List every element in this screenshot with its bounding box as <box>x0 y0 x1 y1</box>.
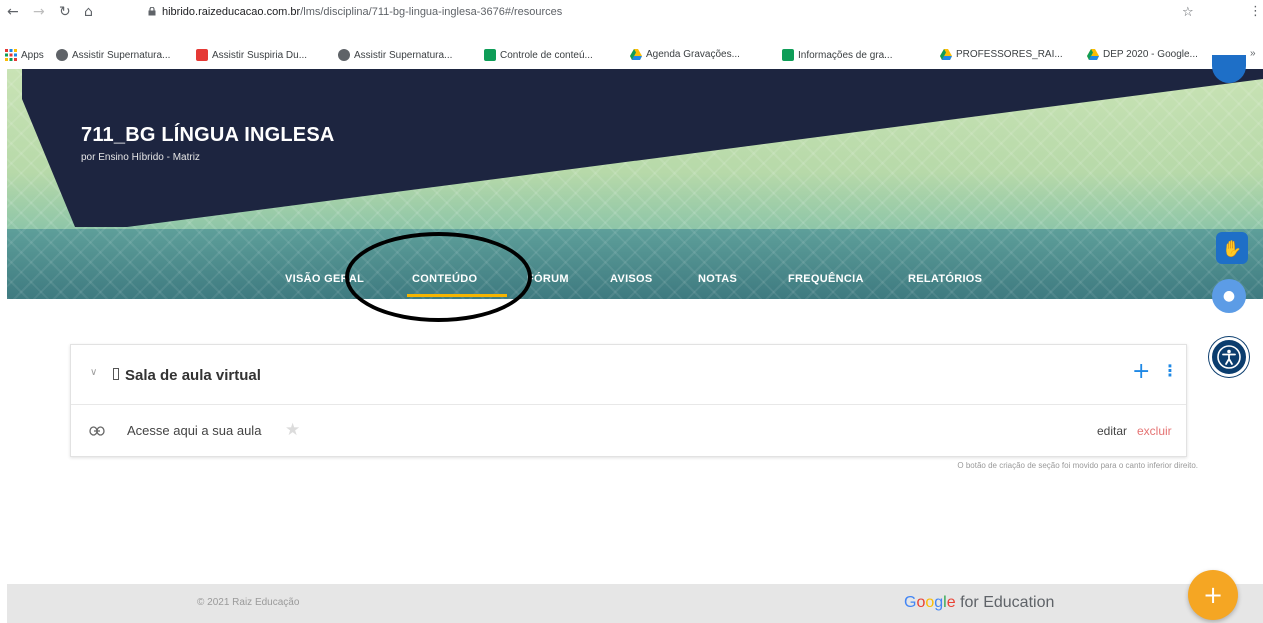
section-menu-icon[interactable]: ⋮ <box>1162 361 1178 380</box>
browser-toolbar: ← → ↻ ⌂ hibrido.raizeducacao.com.br/lms/… <box>0 0 1263 61</box>
section-glyph-icon <box>113 368 119 380</box>
course-subtitle: por Ensino Híbrido - Matriz <box>81 152 200 163</box>
list-item[interactable]: Acesse aqui a sua aula ★ editar excluir <box>71 405 1186 457</box>
brand-suffix: for Education <box>955 594 1055 611</box>
section-card: ∨ Sala de aula virtual + ⋮ Acesse aqui a… <box>70 344 1187 457</box>
bookmark-item[interactable]: Controle de conteú... <box>484 49 593 61</box>
bookmark-label: Agenda Gravações... <box>646 49 740 60</box>
url-path: /lms/disciplina/711-bg-lingua-inglesa-36… <box>300 6 563 18</box>
globe-icon <box>56 49 68 61</box>
tab-notas[interactable]: NOTAS <box>698 273 737 285</box>
page-footer: © 2021 Raiz Educação Google for Educatio… <box>7 584 1263 623</box>
drive-icon <box>630 49 642 60</box>
bookmark-item[interactable]: Assistir Suspiria Du... <box>196 49 307 61</box>
back-arrow-icon[interactable]: ← <box>7 5 19 19</box>
lock-icon <box>148 7 156 16</box>
link-icon <box>89 426 105 436</box>
chevron-down-icon[interactable]: ∨ <box>90 367 97 378</box>
favorite-star-icon[interactable]: ★ <box>285 420 300 440</box>
section-header: ∨ Sala de aula virtual + ⋮ <box>71 345 1186 405</box>
bookmark-label: Assistir Suspiria Du... <box>212 49 308 61</box>
course-banner: 711_BG LÍNGUA INGLESA por Ensino Híbrido… <box>7 69 1263 299</box>
drive-icon <box>940 49 952 60</box>
bookmark-label: DEP 2020 - Google... <box>1103 49 1198 60</box>
add-section-fab[interactable]: + <box>1188 570 1238 620</box>
tab-frequencia[interactable]: FREQUÊNCIA <box>788 273 864 285</box>
bookmark-label: PROFESSORES_RAI... <box>956 49 1063 60</box>
bookmark-item[interactable]: PROFESSORES_RAI... <box>940 49 1063 60</box>
bookmark-item[interactable]: Agenda Gravações... <box>630 49 740 60</box>
sheets-icon <box>484 49 496 61</box>
bookmark-star-icon[interactable]: ☆ <box>1182 5 1194 20</box>
forward-arrow-icon[interactable]: → <box>33 5 45 19</box>
course-tabs: VISÃO GERAL CONTEÚDO FÓRUM AVISOS NOTAS … <box>7 269 1263 299</box>
bookmark-label: Informações de gra... <box>798 49 893 61</box>
bookmark-apps[interactable]: Apps <box>5 49 44 61</box>
tab-relatorios[interactable]: RELATÓRIOS <box>908 273 982 285</box>
edit-link[interactable]: editar <box>1097 424 1127 438</box>
annotation-circle <box>345 232 532 322</box>
section-button-hint: O botão de criação de seção foi movido p… <box>957 461 1198 470</box>
section-title: Sala de aula virtual <box>125 367 261 384</box>
bookmarks-overflow-icon[interactable]: » <box>1250 48 1256 59</box>
course-title: 711_BG LÍNGUA INGLESA <box>81 124 335 146</box>
copyright-text: © 2021 Raiz Educação <box>197 597 300 608</box>
bookmark-label: Apps <box>21 49 44 61</box>
globe-icon <box>338 49 350 61</box>
bookmark-item[interactable]: Assistir Supernatura... <box>56 49 170 61</box>
reload-icon[interactable]: ↻ <box>59 5 71 19</box>
browser-menu-icon[interactable]: ⋮ <box>1249 4 1262 19</box>
chat-icon[interactable]: ● <box>1212 279 1246 313</box>
bookmark-label: Controle de conteú... <box>500 49 593 61</box>
drive-icon <box>1087 49 1099 60</box>
bookmark-item[interactable]: DEP 2020 - Google... <box>1087 49 1198 60</box>
sheets-icon <box>782 49 794 61</box>
url-host: hibrido.raizeducacao.com.br <box>162 6 301 18</box>
bookmark-item[interactable]: Informações de gra... <box>782 49 893 61</box>
tab-avisos[interactable]: AVISOS <box>610 273 653 285</box>
sign-language-icon[interactable]: ✋ <box>1216 232 1248 264</box>
google-for-education-logo: Google for Education <box>904 594 1055 611</box>
bookmark-item[interactable]: Assistir Supernatura... <box>338 49 452 61</box>
apps-grid-icon <box>5 49 17 61</box>
delete-link[interactable]: excluir <box>1137 424 1172 438</box>
bookmark-label: Assistir Supernatura... <box>72 49 171 61</box>
accessibility-icon[interactable] <box>1209 337 1249 377</box>
address-bar[interactable]: hibrido.raizeducacao.com.br/lms/discipli… <box>162 6 562 18</box>
add-item-button[interactable]: + <box>1132 359 1150 384</box>
tab-forum[interactable]: FÓRUM <box>527 273 569 285</box>
home-icon[interactable]: ⌂ <box>84 5 93 19</box>
banner-dark-shape <box>22 69 1263 227</box>
bookmark-label: Assistir Supernatura... <box>354 49 453 61</box>
opera-icon <box>196 49 208 61</box>
resource-link[interactable]: Acesse aqui a sua aula <box>127 423 261 438</box>
